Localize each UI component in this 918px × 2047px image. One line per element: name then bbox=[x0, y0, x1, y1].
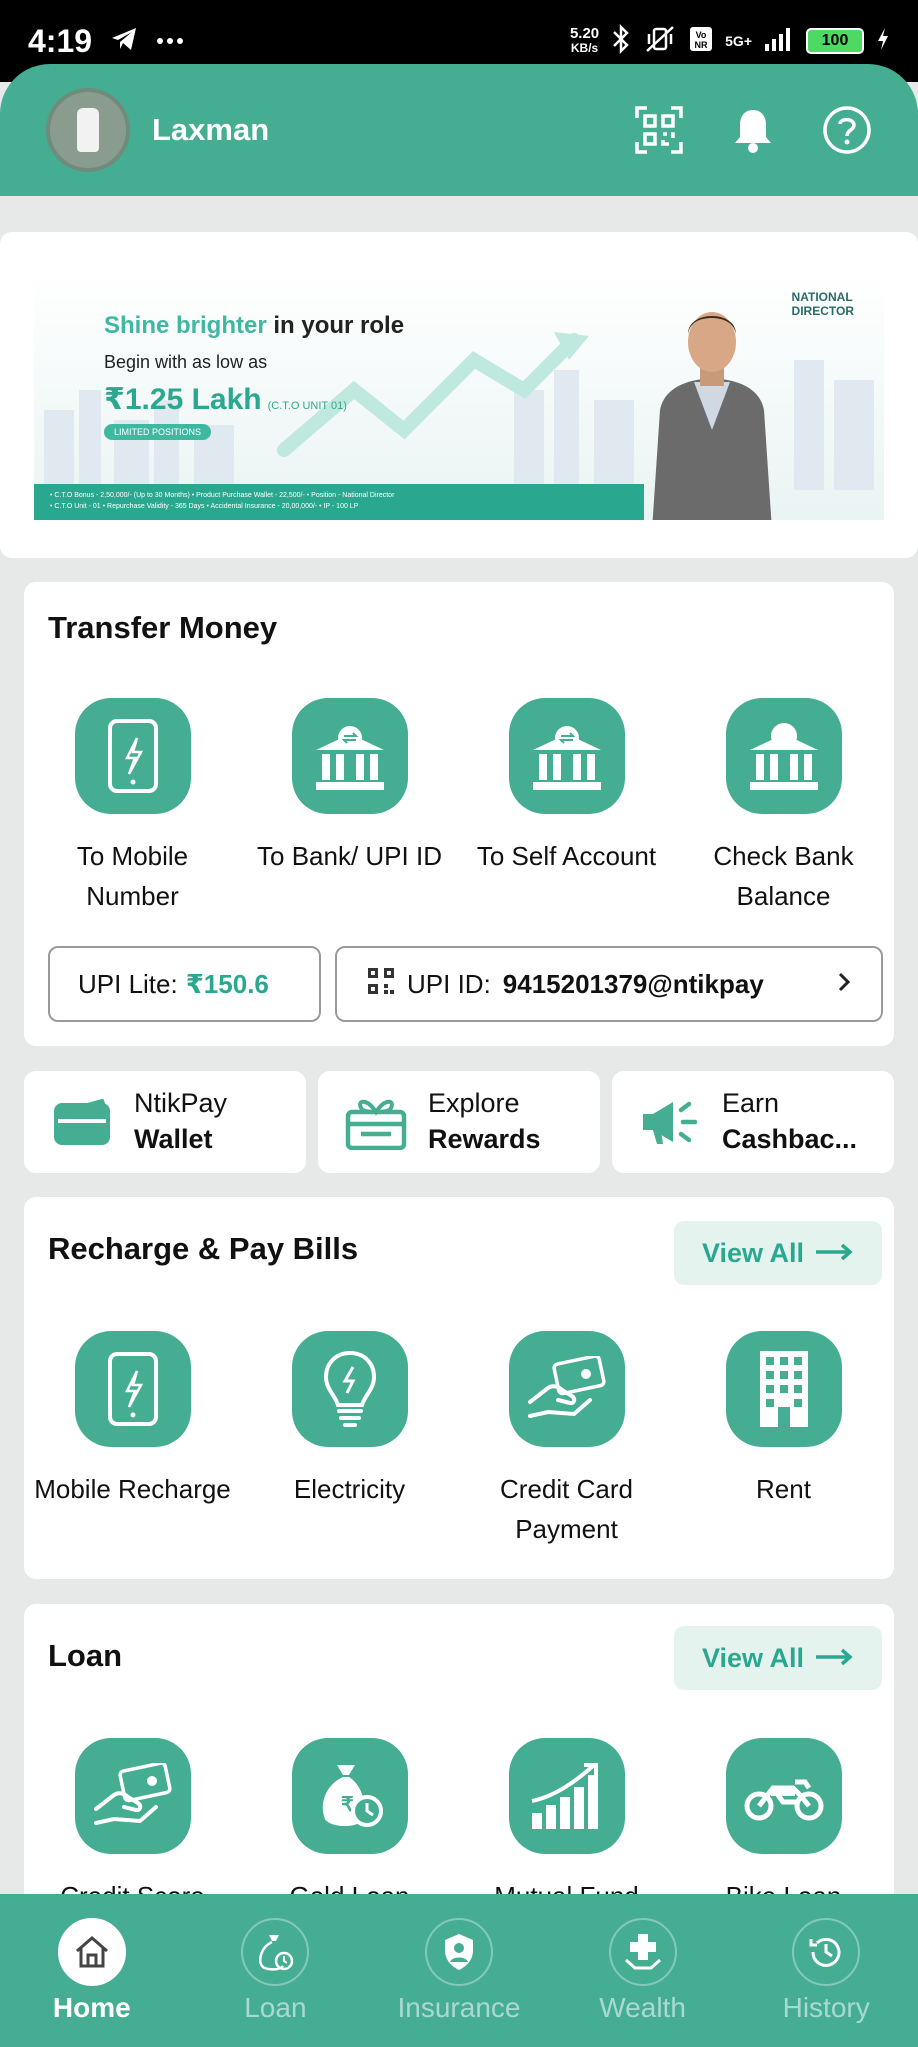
shield-user-icon bbox=[424, 1918, 493, 1986]
transfer-money-card: Transfer Money To Mobile Number To Bank/… bbox=[24, 582, 894, 1046]
bank-transfer-icon bbox=[291, 698, 408, 814]
avatar[interactable] bbox=[46, 88, 130, 172]
qr-scan-icon[interactable] bbox=[634, 105, 684, 155]
banner-image: Shine brighter in your role Begin with a… bbox=[34, 270, 884, 520]
ntikpay-wallet-button[interactable]: NtikPay Wallet bbox=[24, 1071, 306, 1173]
recharge-bills-card: Recharge & Pay Bills View All Mobile Rec… bbox=[24, 1197, 894, 1579]
megaphone-icon bbox=[638, 1092, 702, 1152]
bulb-icon bbox=[291, 1331, 408, 1447]
businessman-image bbox=[652, 312, 772, 520]
upi-id-value: 9415201379@ntikpay bbox=[502, 968, 764, 999]
home-icon bbox=[57, 1918, 126, 1986]
cashback-bottom-text: Cashbac... bbox=[722, 1124, 858, 1154]
signal-icon bbox=[764, 26, 794, 57]
mobile-icon bbox=[74, 1331, 191, 1447]
charging-icon bbox=[876, 27, 890, 56]
nav-wealth[interactable]: Wealth bbox=[551, 1894, 735, 2047]
loan-card: Loan View All Credit Score ₹ Gold Loan M… bbox=[24, 1604, 894, 1944]
banner-strip: • C.T.O Bonus - 2,50,000/- (Up to 30 Mon… bbox=[34, 484, 644, 520]
loan-view-all-button[interactable]: View All bbox=[674, 1626, 882, 1690]
user-name: Laxman bbox=[152, 112, 270, 147]
volte-icon: Vo NR bbox=[689, 26, 713, 57]
mute-vibrate-icon bbox=[643, 24, 677, 59]
recharge-title: Recharge & Pay Bills bbox=[48, 1231, 359, 1266]
tile-to-mobile-number[interactable]: To Mobile Number bbox=[24, 698, 241, 916]
tile-gold-loan[interactable]: ₹ Gold Loan bbox=[241, 1738, 458, 1916]
cashback-top-text: Earn bbox=[722, 1088, 780, 1118]
tile-to-bank-upi[interactable]: To Bank/ UPI ID bbox=[241, 698, 458, 916]
nav-loan[interactable]: Loan bbox=[184, 1894, 368, 2047]
chevron-right-icon bbox=[837, 969, 851, 1000]
loan-title: Loan bbox=[48, 1638, 123, 1673]
banner-badge: LIMITED POSITIONS bbox=[104, 424, 212, 440]
nav-history[interactable]: History bbox=[734, 1894, 918, 2047]
tile-credit-score[interactable]: Credit Score bbox=[24, 1738, 241, 1916]
qr-code-icon bbox=[367, 967, 395, 1002]
banner-subline: Begin with as low as bbox=[104, 352, 268, 372]
net-speed: 5.20 KB/s bbox=[569, 25, 600, 55]
bank-balance-icon bbox=[725, 698, 842, 814]
tile-to-self-account[interactable]: To Self Account bbox=[458, 698, 675, 916]
money-bag-icon: ₹ bbox=[291, 1738, 408, 1854]
telegram-icon bbox=[110, 26, 138, 57]
explore-rewards-button[interactable]: Explore Rewards bbox=[318, 1071, 600, 1173]
upi-lite-amount: ₹150.6 bbox=[185, 968, 269, 999]
nav-home[interactable]: Home bbox=[0, 1894, 184, 2047]
tile-mutual-fund[interactable]: Mutual Fund bbox=[458, 1738, 675, 1916]
arrow-right-icon bbox=[814, 1643, 854, 1674]
loan-bag-icon bbox=[241, 1918, 310, 1986]
upi-lite-button[interactable]: UPI Lite: ₹150.6 bbox=[48, 946, 321, 1022]
rewards-top-text: Explore bbox=[428, 1088, 520, 1118]
bottom-navigation: Home Loan Insurance Wealth History bbox=[0, 1894, 918, 2047]
nav-insurance[interactable]: Insurance bbox=[367, 1894, 551, 2047]
svg-text:Vo: Vo bbox=[696, 30, 707, 40]
svg-text:NR: NR bbox=[695, 40, 708, 50]
transfer-money-title: Transfer Money bbox=[48, 610, 278, 645]
app-header: Laxman bbox=[0, 64, 918, 196]
upi-id-label: UPI ID: bbox=[407, 968, 491, 999]
network-type: 5G+ bbox=[725, 33, 752, 49]
tile-check-bank-balance[interactable]: Check Bank Balance bbox=[675, 698, 892, 916]
history-icon bbox=[792, 1918, 861, 1986]
tile-bike-loan[interactable]: Bike Loan bbox=[675, 1738, 892, 1916]
battery-indicator: 100 bbox=[806, 28, 864, 54]
gift-icon bbox=[344, 1092, 408, 1152]
building-icon bbox=[725, 1331, 842, 1447]
tile-mobile-recharge[interactable]: Mobile Recharge bbox=[24, 1331, 241, 1549]
help-icon[interactable] bbox=[822, 105, 872, 155]
wallet-bottom-text: Wallet bbox=[134, 1124, 213, 1154]
earn-cashback-button[interactable]: Earn Cashbac... bbox=[612, 1071, 894, 1173]
banner-headline: Shine brighter in your role bbox=[104, 312, 405, 339]
tile-electricity[interactable]: Electricity bbox=[241, 1331, 458, 1549]
growth-chart-icon bbox=[508, 1738, 625, 1854]
arrow-right-icon bbox=[814, 1238, 854, 1269]
banner-price: ₹1.25 Lakh (C.T.O UNIT 01) bbox=[104, 383, 347, 416]
wallet-top-text: NtikPay bbox=[134, 1088, 228, 1118]
card-hand-icon bbox=[508, 1331, 625, 1447]
wallet-icon bbox=[50, 1092, 114, 1152]
rewards-bottom-text: Rewards bbox=[428, 1124, 541, 1154]
self-transfer-icon bbox=[508, 698, 625, 814]
more-dots-icon bbox=[156, 32, 184, 50]
promo-banner[interactable]: Shine brighter in your role Begin with a… bbox=[0, 232, 918, 558]
bell-icon[interactable] bbox=[728, 105, 778, 155]
tile-credit-card-payment[interactable]: Credit Card Payment bbox=[458, 1331, 675, 1549]
mobile-icon bbox=[74, 698, 191, 814]
medical-hand-icon bbox=[608, 1918, 677, 1986]
upi-lite-label: UPI Lite: bbox=[78, 968, 178, 999]
card-hand-icon bbox=[74, 1738, 191, 1854]
banner-role: NATIONAL DIRECTOR bbox=[791, 290, 854, 318]
upi-id-button[interactable]: UPI ID: 9415201379@ntikpay bbox=[335, 946, 883, 1022]
status-time: 4:19 bbox=[28, 22, 93, 59]
bike-icon bbox=[725, 1738, 842, 1854]
recharge-view-all-button[interactable]: View All bbox=[674, 1221, 882, 1285]
tile-rent[interactable]: Rent bbox=[675, 1331, 892, 1549]
bluetooth-icon bbox=[611, 23, 631, 59]
